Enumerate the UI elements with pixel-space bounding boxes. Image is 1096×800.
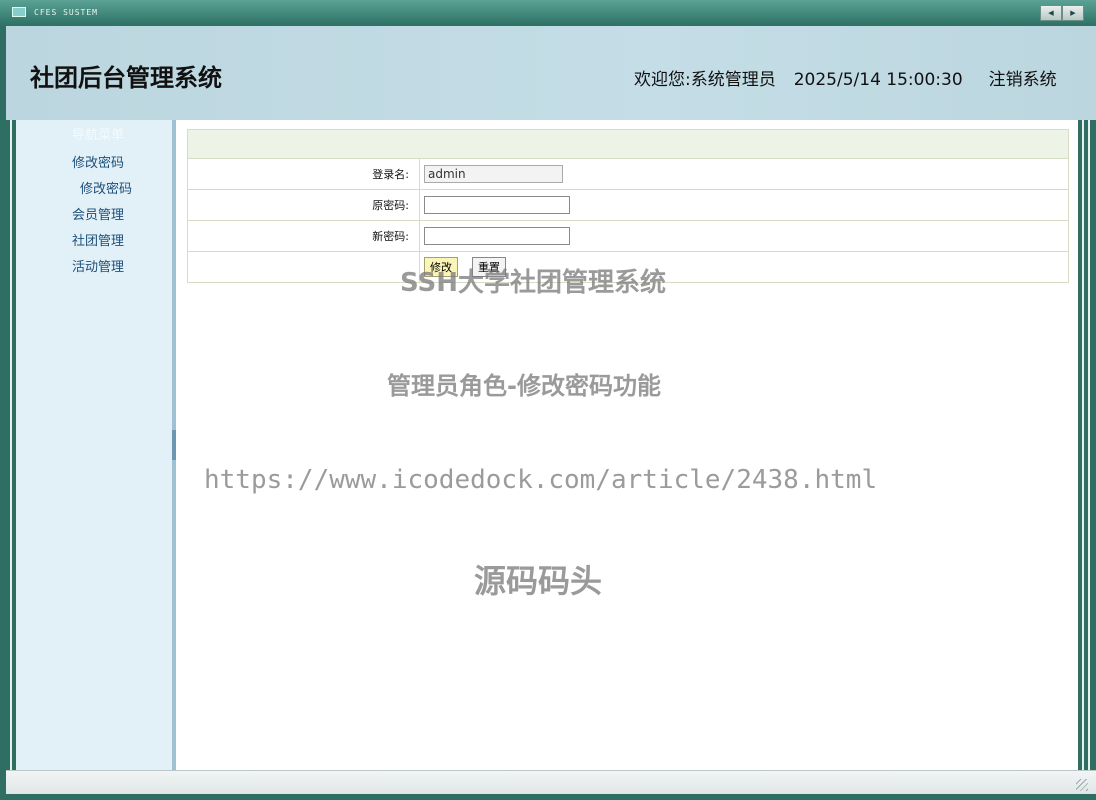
- right-frame-border: [1078, 120, 1096, 770]
- title-nav-buttons: ◀ ▶: [1040, 5, 1084, 21]
- prev-arrow-icon[interactable]: ◀: [1040, 5, 1062, 21]
- welcome-prefix: 欢迎您:: [634, 70, 691, 90]
- login-name-field[interactable]: [424, 165, 563, 183]
- old-password-label: 原密码:: [187, 189, 420, 221]
- main-content: 登录名: 原密码: 新密码: 修改重置: [176, 120, 1078, 770]
- watermark-line-4: 源码码头: [474, 562, 603, 600]
- sidebar-item-member-management[interactable]: 会员管理: [72, 204, 124, 223]
- system-title: 社团后台管理系统: [30, 64, 222, 92]
- watermark-line-2: 管理员角色-修改密码功能: [387, 372, 661, 400]
- watermark-line-3: https://www.icodedock.com/article/2438.h…: [204, 465, 878, 495]
- form-row-new-password: 新密码:: [187, 220, 1069, 252]
- sidebar-item-club-management[interactable]: 社团管理: [72, 230, 124, 249]
- new-password-label: 新密码:: [187, 220, 420, 252]
- next-arrow-icon[interactable]: ▶: [1062, 5, 1084, 21]
- current-user: 系统管理员: [690, 70, 776, 90]
- old-password-field[interactable]: [424, 196, 570, 214]
- sidebar-item-activity-management[interactable]: 活动管理: [72, 256, 124, 275]
- title-bar: CFES SUSTEM ◀ ▶: [0, 0, 1096, 26]
- form-row-login: 登录名:: [187, 158, 1069, 190]
- app-window-icon: [12, 7, 26, 17]
- status-bar: [6, 770, 1096, 795]
- app-title: CFES SUSTEM: [34, 8, 98, 17]
- welcome-bar: 欢迎您:系统管理员 2025/5/14 15:00:30 注销系统: [634, 68, 1084, 92]
- app-window: CFES SUSTEM ◀ ▶ 社团后台管理系统 欢迎您:系统管理员 2025/5…: [0, 0, 1096, 800]
- sidebar: 导航菜单 修改密码 修改密码 会员管理 社团管理 活动管理: [16, 120, 172, 770]
- watermark-line-1: SSH大学社团管理系统: [400, 268, 667, 298]
- resize-grip-icon[interactable]: [1076, 779, 1088, 791]
- new-password-field[interactable]: [424, 227, 570, 245]
- sidebar-menu-title: 导航菜单: [72, 128, 125, 143]
- current-datetime: 2025/5/14 15:00:30: [793, 70, 963, 90]
- left-frame-border: [6, 120, 16, 770]
- logout-link[interactable]: 注销系统: [989, 70, 1057, 90]
- change-password-form: 登录名: 原密码: 新密码: 修改重置: [187, 129, 1069, 283]
- page-header: 社团后台管理系统 欢迎您:系统管理员 2025/5/14 15:00:30 注销系统: [6, 26, 1096, 120]
- form-header-row: [187, 129, 1069, 159]
- form-row-old-password: 原密码:: [187, 189, 1069, 221]
- login-name-label: 登录名:: [187, 158, 420, 190]
- sidebar-item-change-password[interactable]: 修改密码: [72, 152, 124, 171]
- bottom-frame-border: [0, 794, 1096, 800]
- sidebar-subitem-change-password[interactable]: 修改密码: [80, 178, 132, 197]
